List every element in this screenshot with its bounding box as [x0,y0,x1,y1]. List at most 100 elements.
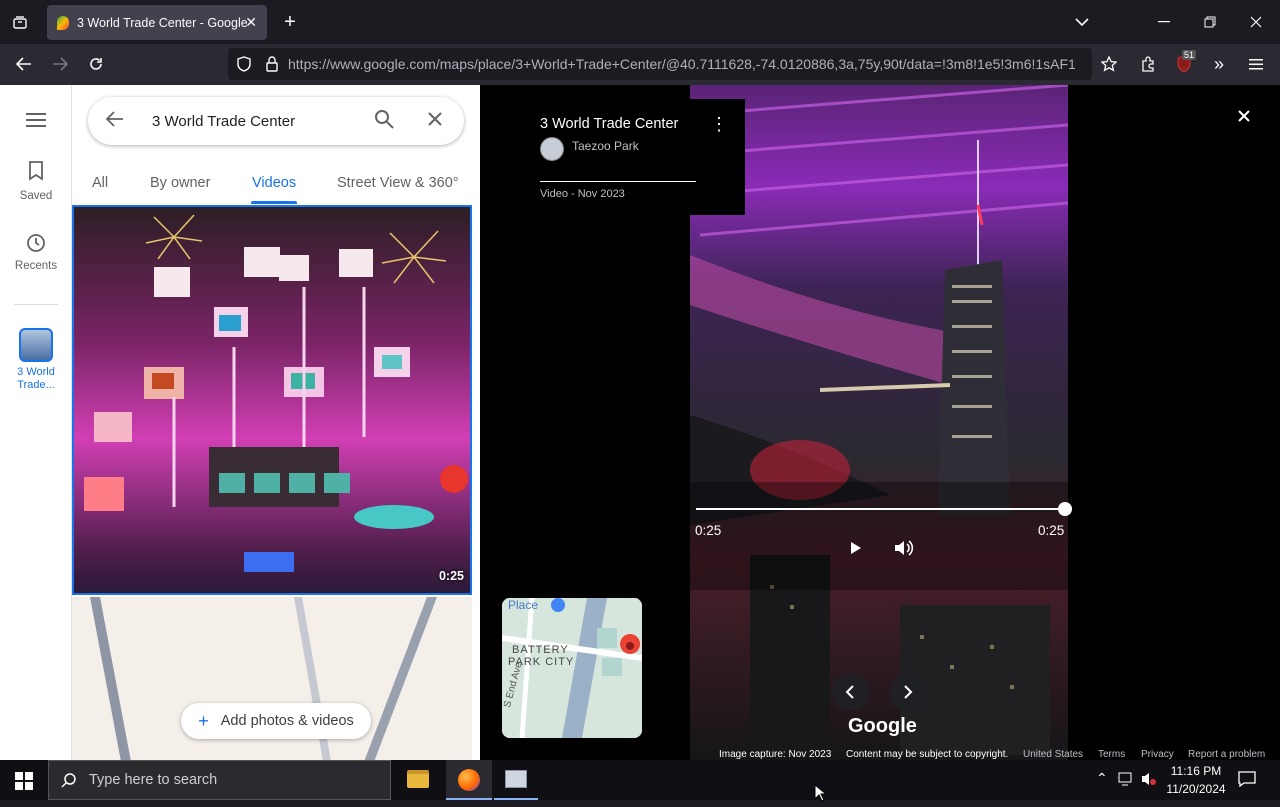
saved-label: Saved [19,190,53,202]
recents-label: Recents [14,260,58,272]
restore-icon[interactable] [1194,6,1226,38]
overflow-chevrons-icon[interactable]: » [1203,48,1235,80]
video-date: Video - Nov 2023 [540,188,625,200]
search-icon[interactable] [374,109,394,134]
place-label: 3 World Trade... [17,366,55,391]
copyright-text: Content may be subject to copyright. [846,749,1009,760]
search-input[interactable]: 3 World Trade Center [152,113,295,130]
video-player[interactable] [690,85,1068,760]
owner-avatar[interactable] [540,137,564,161]
video-thumbnail-art [74,207,470,593]
video-thumbnail[interactable]: 0:25 [72,205,472,595]
extensions-icon[interactable] [1132,48,1164,80]
next-media-button[interactable] [889,673,927,711]
video-info-card: 3 World Trade Center Taezoo Park Video -… [520,99,745,215]
mini-map[interactable]: Place BATTERY PARK CITY S End Ave [502,598,642,738]
list-tabs-chevron-icon[interactable] [1066,6,1098,38]
add-photos-label: Add photos & videos [220,713,354,729]
elapsed-time: 0:25 [695,523,722,538]
url-host: https://www.google.com [288,56,436,72]
tab-manager-icon[interactable] [4,6,36,38]
progress-handle[interactable] [1058,502,1072,516]
back-icon[interactable] [8,48,40,80]
progress-bar[interactable] [696,508,1066,510]
url-path: /maps/place/3+World+Trade+Center/@40.711… [435,56,1076,72]
file-explorer-icon[interactable] [407,770,429,788]
terms-link[interactable]: Terms [1098,749,1125,760]
firefox-icon[interactable] [446,760,492,800]
taskbar-search-placeholder: Type here to search [89,772,218,788]
start-windows-icon[interactable] [15,772,33,795]
recents-button[interactable]: Recents [0,233,72,272]
active-tab-indicator [251,201,297,204]
video-title: 3 World Trade Center [540,116,679,132]
new-tab-icon[interactable]: + [274,6,306,38]
more-options-icon[interactable]: ⋮ [710,115,728,133]
close-window-icon[interactable] [1240,6,1272,38]
rail-divider [14,304,58,305]
minimap-label-place: Place [508,598,539,612]
notifications-icon[interactable] [1238,771,1256,790]
video-frame-art [690,85,1068,760]
taskbar-search-box[interactable]: Type here to search [48,760,391,800]
tab-by-owner[interactable]: By owner [150,175,210,191]
image-capture-text: Image capture: Nov 2023 [719,749,832,760]
total-time: 0:25 [1038,523,1065,538]
info-divider [540,181,696,182]
add-photos-button[interactable]: + Add photos & videos [181,703,371,739]
tab-street-view[interactable]: Street View & 360° [337,175,459,191]
video-duration-badge: 0:25 [438,569,464,583]
close-viewer-icon[interactable] [1238,109,1250,127]
taskbar-search-icon [61,772,77,792]
plus-icon: + [198,710,209,731]
clear-search-icon[interactable] [427,111,443,132]
remote-desktop-icon[interactable] [494,760,538,800]
network-icon[interactable] [1118,772,1134,789]
hamburger-menu-icon[interactable] [1240,48,1272,80]
report-problem-link[interactable]: Report a problem [1188,749,1265,760]
browser-tab-bar: 3 World Trade Center - Google Maps ✕ + [0,0,1280,44]
extension-badge: 51 [1182,50,1197,60]
close-tab-icon[interactable]: ✕ [245,14,257,31]
bookmark-icon [29,161,43,181]
photos-panel: 3 World Trade Center All By owner Videos… [72,85,480,760]
windows-taskbar: Type here to search ⌃ 11:16 PM 11/20/202… [0,760,1280,800]
search-box[interactable]: 3 World Trade Center [88,97,464,145]
saved-button[interactable]: Saved [0,161,72,202]
ublock-shield-icon[interactable]: 51 [1168,48,1200,80]
place-thumbnail [19,328,53,362]
maps-side-rail: Saved Recents 3 World Trade... [0,85,72,760]
clock-date[interactable]: 11/20/2024 [1163,782,1229,796]
url-bar[interactable]: https://www.google.com/maps/place/3+Worl… [228,48,1092,80]
reload-icon[interactable] [80,48,112,80]
maps-menu-icon[interactable] [0,113,72,130]
minimize-icon[interactable] [1148,6,1180,38]
forward-icon[interactable] [44,48,76,80]
recent-place-3wtc[interactable]: 3 World Trade... [0,328,72,392]
media-viewer: 3 World Trade Center Taezoo Park Video -… [480,85,1280,760]
country-link[interactable]: United States [1023,749,1083,760]
bookmark-star-icon[interactable] [1093,48,1125,80]
controls-overlay [690,482,1068,590]
privacy-link[interactable]: Privacy [1141,749,1174,760]
mouse-cursor [814,783,828,807]
volume-muted-icon[interactable] [1141,772,1157,789]
owner-name[interactable]: Taezoo Park [572,139,639,153]
clock-time[interactable]: 11:16 PM [1163,764,1229,778]
minimap-label-battery: BATTERY [512,644,569,656]
lock-icon[interactable] [256,48,288,80]
browser-tab-active[interactable]: 3 World Trade Center - Google Maps ✕ [47,5,267,40]
history-icon [27,234,45,252]
maps-favicon-icon [57,15,69,30]
tab-all[interactable]: All [92,175,108,191]
previous-media-button[interactable] [831,673,869,711]
tray-chevron-icon[interactable]: ⌃ [1096,770,1108,787]
google-watermark: Google [848,715,917,737]
back-arrow-icon[interactable] [105,110,124,132]
chevron-right-icon [904,685,913,699]
play-icon[interactable] [850,541,862,560]
chevron-left-icon [845,685,854,699]
tab-title: 3 World Trade Center - Google Maps [77,15,247,30]
volume-icon[interactable] [894,540,914,561]
tab-videos[interactable]: Videos [252,175,296,191]
